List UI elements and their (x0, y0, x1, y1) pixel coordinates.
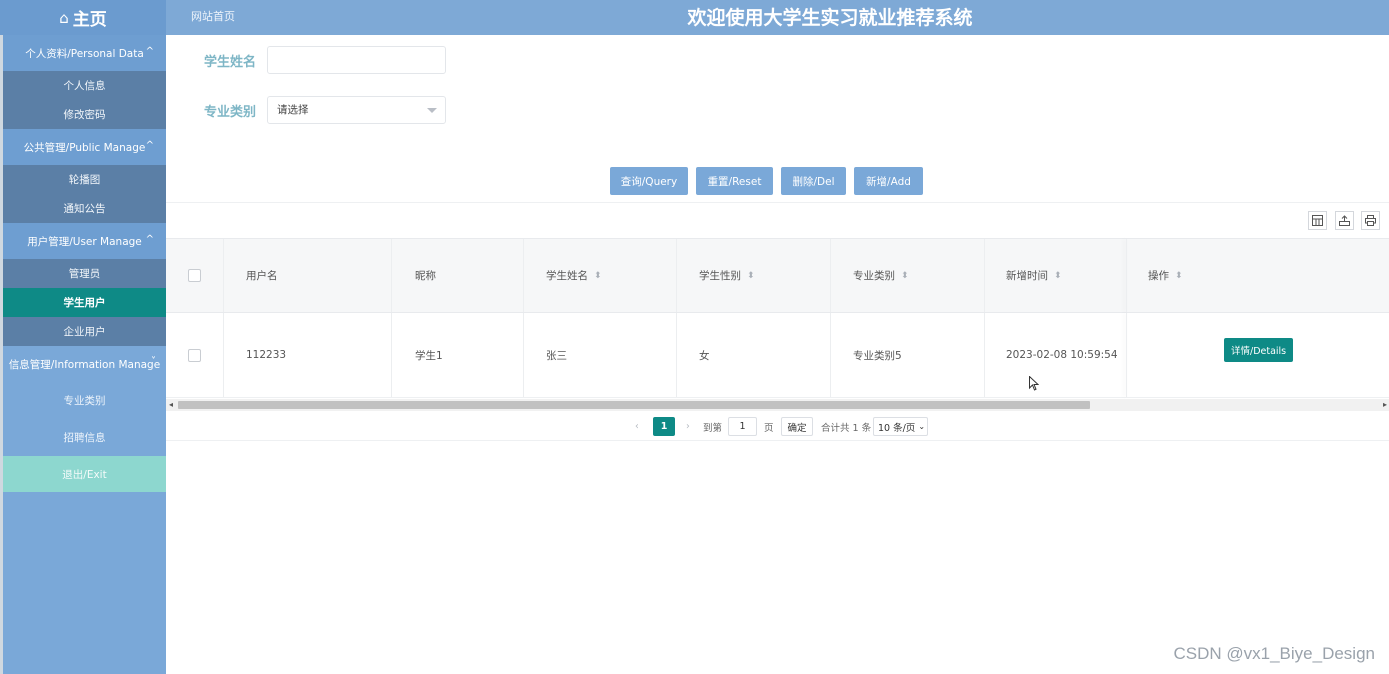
sort-icon: ⬍ (594, 270, 602, 281)
home-label: 主页 (72, 10, 107, 30)
site-home-link[interactable]: 网站首页 (191, 8, 235, 24)
sidebar-item-company-users[interactable]: 企业用户 (3, 317, 166, 346)
table-row: 112233 学生1 张三 女 专业类别5 2023-02-08 10:59:5… (166, 313, 1389, 398)
sidebar-group-label: 公共管理/Public Manage (23, 141, 146, 154)
sidebar-item-recruitment[interactable]: 招聘信息 (3, 419, 166, 456)
scrollbar-thumb[interactable] (178, 401, 1090, 409)
chevron-down-icon: ⌄ (918, 422, 926, 431)
table-header-row: 用户名 昵称 学生姓名 ⬍ 学生性别 ⬍ 专业类别 ⬍ 新增时间 ⬍ 操作 ⬍ (166, 238, 1389, 313)
goto-page-input[interactable]: 1 (728, 417, 757, 436)
goto-confirm-button[interactable]: 确定 (781, 417, 813, 436)
select-all-checkbox[interactable] (188, 239, 201, 312)
pagination: ‹ 1 › 到第 1 页 确定 合计共 1 条 10 条/页 ⌄ (166, 412, 1389, 441)
sidebar-group-public-manage[interactable]: 公共管理/Public Manage ^ (3, 129, 166, 165)
watermark: CSDN @vx1_Biye_Design (1173, 644, 1375, 663)
sidebar-exit[interactable]: 退出/Exit (3, 456, 166, 492)
row-checkbox[interactable] (188, 313, 201, 397)
system-title: 欢迎使用大学生实习就业推荐系统 (687, 7, 973, 29)
column-header-actions[interactable]: 操作 ⬍ (1148, 239, 1183, 312)
cell-created-time: 2023-02-08 10:59:54 (1006, 349, 1118, 361)
cell-username: 112233 (246, 349, 287, 361)
scroll-left-icon[interactable]: ◂ (169, 400, 173, 409)
major-category-label: 专业类别 (204, 105, 257, 120)
cell-student-name: 张三 (546, 349, 567, 362)
student-users-table: 用户名 昵称 学生姓名 ⬍ 学生性别 ⬍ 专业类别 ⬍ 新增时间 ⬍ 操作 ⬍ 11223… (166, 238, 1389, 398)
details-button-wrap: 详情/Details (1224, 308, 1294, 392)
scroll-right-icon[interactable]: ▸ (1383, 400, 1387, 409)
goto-prefix: 到第 (703, 422, 723, 434)
column-header-gender[interactable]: 学生性别 ⬍ (699, 239, 755, 312)
sidebar-item-carousel[interactable]: 轮播图 (3, 165, 166, 194)
export-icon[interactable] (1335, 211, 1354, 230)
major-category-selected: 请选择 (277, 104, 309, 116)
sidebar: 个人资料/Personal Data ^ 个人信息 修改密码 公共管理/Publ… (0, 35, 166, 674)
sidebar-group-personal-data[interactable]: 个人资料/Personal Data ^ (3, 35, 166, 71)
query-button[interactable]: 查询/Query (610, 167, 688, 195)
columns-icon[interactable] (1308, 211, 1327, 230)
sort-icon: ⬍ (1175, 270, 1183, 281)
goto-suffix: 页 (764, 422, 774, 434)
sort-icon: ⬍ (901, 270, 909, 281)
home-link[interactable]: ⌂ 主页 (0, 0, 166, 35)
column-header-username: 用户名 (246, 270, 278, 282)
delete-button[interactable]: 删除/Del (781, 167, 846, 195)
column-header-created-time[interactable]: 新增时间 ⬍ (1006, 239, 1062, 312)
prev-page-icon[interactable]: ‹ (635, 417, 639, 436)
sidebar-group-information-manage[interactable]: 信息管理/Information Manage ˅ (3, 346, 166, 382)
sidebar-item-notice[interactable]: 通知公告 (3, 194, 166, 223)
sidebar-group-user-manage[interactable]: 用户管理/User Manage ^ (3, 223, 166, 259)
sidebar-item-major-category[interactable]: 专业类别 (3, 382, 166, 419)
total-count: 合计共 1 条 (821, 422, 872, 434)
top-header: ⌂ 主页 网站首页 欢迎使用大学生实习就业推荐系统 (0, 0, 1389, 35)
horizontal-scrollbar[interactable]: ◂ ▸ (166, 399, 1389, 411)
page-number-current[interactable]: 1 (653, 417, 675, 436)
sort-icon: ⬍ (747, 270, 755, 281)
sidebar-item-admin[interactable]: 管理员 (3, 259, 166, 288)
caret-down-icon (427, 108, 437, 113)
page-size-value: 10 条/页 (878, 422, 916, 434)
page-size-select[interactable]: 10 条/页 ⌄ (873, 417, 928, 436)
student-name-label: 学生姓名 (204, 55, 257, 70)
cell-nickname: 学生1 (415, 349, 443, 362)
table-toolbar (166, 202, 1389, 239)
cell-major: 专业类别5 (853, 349, 902, 362)
sidebar-group-label: 个人资料/Personal Data (25, 47, 144, 60)
add-button[interactable]: 新增/Add (854, 167, 923, 195)
chevron-up-icon: ^ (145, 234, 154, 245)
column-header-major[interactable]: 专业类别 ⬍ (853, 239, 909, 312)
sidebar-item-personal-info[interactable]: 个人信息 (3, 71, 166, 100)
column-header-student-name[interactable]: 学生姓名 ⬍ (546, 239, 602, 312)
chevron-up-icon: ^ (145, 140, 154, 151)
sidebar-group-label: 用户管理/User Manage (27, 235, 142, 248)
column-header-nickname: 昵称 (415, 270, 436, 282)
chevron-up-icon: ^ (145, 46, 154, 57)
sidebar-item-change-password[interactable]: 修改密码 (3, 100, 166, 129)
chevron-down-icon: ˅ (151, 356, 156, 367)
student-name-input[interactable] (267, 46, 446, 74)
reset-button[interactable]: 重置/Reset (696, 167, 773, 195)
print-icon[interactable] (1361, 211, 1380, 230)
cell-gender: 女 (699, 349, 710, 362)
sidebar-item-student-users[interactable]: 学生用户 (3, 288, 166, 317)
sort-icon: ⬍ (1054, 270, 1062, 281)
mouse-cursor-icon (1029, 375, 1040, 395)
home-icon: ⌂ (59, 8, 69, 27)
details-button[interactable]: 详情/Details (1224, 338, 1294, 362)
major-category-select[interactable]: 请选择 (267, 96, 446, 124)
next-page-icon[interactable]: › (686, 417, 690, 436)
sidebar-group-label: 信息管理/Information Manage (8, 358, 161, 371)
